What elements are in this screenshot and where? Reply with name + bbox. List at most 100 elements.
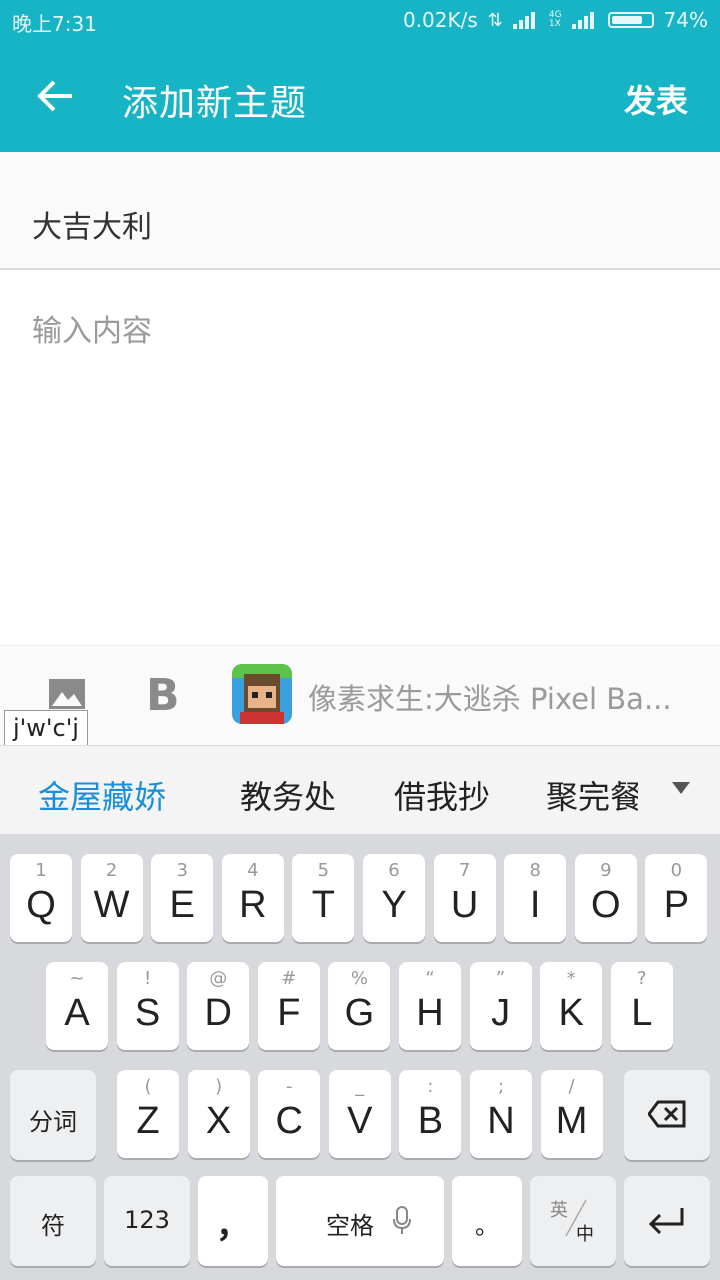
key-label: T (311, 884, 335, 926)
key-hint: ? (637, 968, 647, 989)
key-hint: 1 (35, 860, 47, 881)
key-v[interactable]: _ V (328, 1070, 391, 1158)
key-hint: % (350, 968, 368, 989)
key-l[interactable]: ? L (610, 962, 673, 1050)
data-transfer-icon: ⇅ (487, 9, 503, 31)
key-label: J (491, 992, 511, 1034)
key-hint: : (427, 1076, 434, 1097)
expand-candidates-icon[interactable] (672, 782, 690, 794)
signal-icon (571, 11, 598, 29)
subject-field[interactable]: 大吉大利 (0, 152, 720, 270)
number-key[interactable]: 123 (104, 1176, 190, 1266)
key-label: B (417, 1100, 444, 1142)
battery-icon (607, 12, 654, 28)
key-c[interactable]: -C (258, 1070, 321, 1158)
key-hint: ~ (69, 968, 85, 989)
key-g[interactable]: % G (328, 962, 391, 1050)
status-time: 晚上7:31 (12, 12, 97, 36)
key-label: Z (136, 1100, 160, 1142)
key-label: O (591, 884, 621, 926)
space-key[interactable]: 空格 (276, 1176, 444, 1266)
network-type: 4G 1X (548, 10, 562, 29)
key-hint: 2 (105, 860, 118, 881)
key-hint: ! (143, 968, 152, 989)
key-label: S (134, 992, 161, 1034)
candidate-1[interactable]: 金屋藏娇 (38, 772, 166, 818)
key-u[interactable]: 7U (433, 854, 496, 942)
candidate-4[interactable]: 聚完餐 (546, 772, 638, 818)
key-label: R (239, 884, 267, 926)
page-title: 添加新主题 (122, 83, 308, 124)
ime-candidates: 金屋藏娇 教务处 借我抄 聚完餐 (0, 745, 720, 835)
key-hint: “ (425, 968, 435, 989)
key-j[interactable]: ” J (469, 962, 532, 1050)
segment-key[interactable]: 分词 (10, 1070, 96, 1160)
key-i[interactable]: 8I (504, 854, 567, 942)
enter-icon (648, 1208, 684, 1235)
key-hint: 0 (670, 860, 683, 881)
content-input[interactable]: 输入内容 (0, 270, 720, 645)
key-hint: * (566, 968, 576, 989)
key-hint: 8 (529, 860, 541, 881)
backspace-icon (648, 1100, 686, 1128)
key-k[interactable]: * K (540, 962, 603, 1050)
key-hint: 7 (458, 860, 471, 881)
microphone-icon (393, 1206, 411, 1234)
key-label: E (169, 884, 195, 926)
enter-key[interactable] (624, 1176, 710, 1266)
key-z[interactable]: (Z (117, 1070, 179, 1158)
candidate-3[interactable]: 借我抄 (394, 772, 490, 818)
key-h[interactable]: “H (399, 962, 461, 1050)
bold-button[interactable]: B (146, 670, 180, 721)
key-hint: / (568, 1076, 575, 1097)
publish-button[interactable]: 发表 (624, 76, 688, 122)
key-label: U (450, 884, 479, 926)
key-hint: ; (497, 1076, 505, 1097)
key-hint: @ (209, 968, 228, 989)
key-hint: _ (355, 1076, 365, 1097)
backspace-key[interactable] (624, 1070, 710, 1160)
key-label: L (631, 992, 653, 1034)
key-f[interactable]: # F (257, 962, 320, 1050)
content-placeholder: 输入内容 (32, 314, 152, 349)
key-hint: ( (144, 1076, 152, 1097)
candidate-2[interactable]: 教务处 (240, 772, 336, 818)
back-arrow-icon[interactable] (32, 70, 80, 122)
key-q[interactable]: 1Q (10, 854, 72, 942)
key-t[interactable]: 5T (292, 854, 355, 942)
ad-text[interactable]: 像素求生:大逃杀 Pixel Ba... (308, 676, 698, 718)
key-n[interactable]: ; N (470, 1070, 532, 1158)
key-w[interactable]: 2W (80, 854, 143, 942)
key-label: H (416, 992, 444, 1034)
game-app-icon[interactable] (232, 664, 292, 724)
key-hint: ” (495, 968, 506, 989)
key-m[interactable]: / M (540, 1070, 603, 1158)
key-b[interactable]: :B (399, 1070, 462, 1158)
key-hint: ) (215, 1076, 223, 1097)
key-hint: 5 (317, 860, 330, 881)
key-label: I (529, 884, 541, 926)
language-switch-key[interactable]: 英 中 (530, 1176, 616, 1266)
key-x[interactable]: ) X (187, 1070, 250, 1158)
key-hint: 9 (600, 860, 612, 881)
key-y[interactable]: 6Y (363, 854, 425, 942)
key-label: N (487, 1100, 515, 1142)
key-s[interactable]: ! S (116, 962, 179, 1050)
app-bar: 添加新主题 发表 (0, 40, 720, 152)
period-key[interactable]: 。 (452, 1176, 522, 1266)
key-a[interactable]: ~ A (46, 962, 108, 1050)
ime-composition: j'w'c'j (4, 710, 88, 746)
key-hint: 3 (176, 860, 188, 881)
key-d[interactable]: @ D (187, 962, 250, 1050)
subject-value: 大吉大利 (32, 210, 152, 245)
key-hint: - (285, 1076, 293, 1097)
key-r[interactable]: 4R (221, 854, 284, 942)
key-label: F (277, 992, 301, 1034)
editor-toolbar: B 像素求生:大逃杀 Pixel Ba... (0, 645, 720, 746)
key-label: V (347, 1100, 373, 1142)
key-o[interactable]: 9O (574, 854, 637, 942)
key-e[interactable]: 3E (151, 854, 214, 942)
key-p[interactable]: 0P (645, 854, 708, 942)
symbol-key[interactable]: 符 (10, 1176, 96, 1266)
image-icon[interactable] (48, 678, 86, 714)
